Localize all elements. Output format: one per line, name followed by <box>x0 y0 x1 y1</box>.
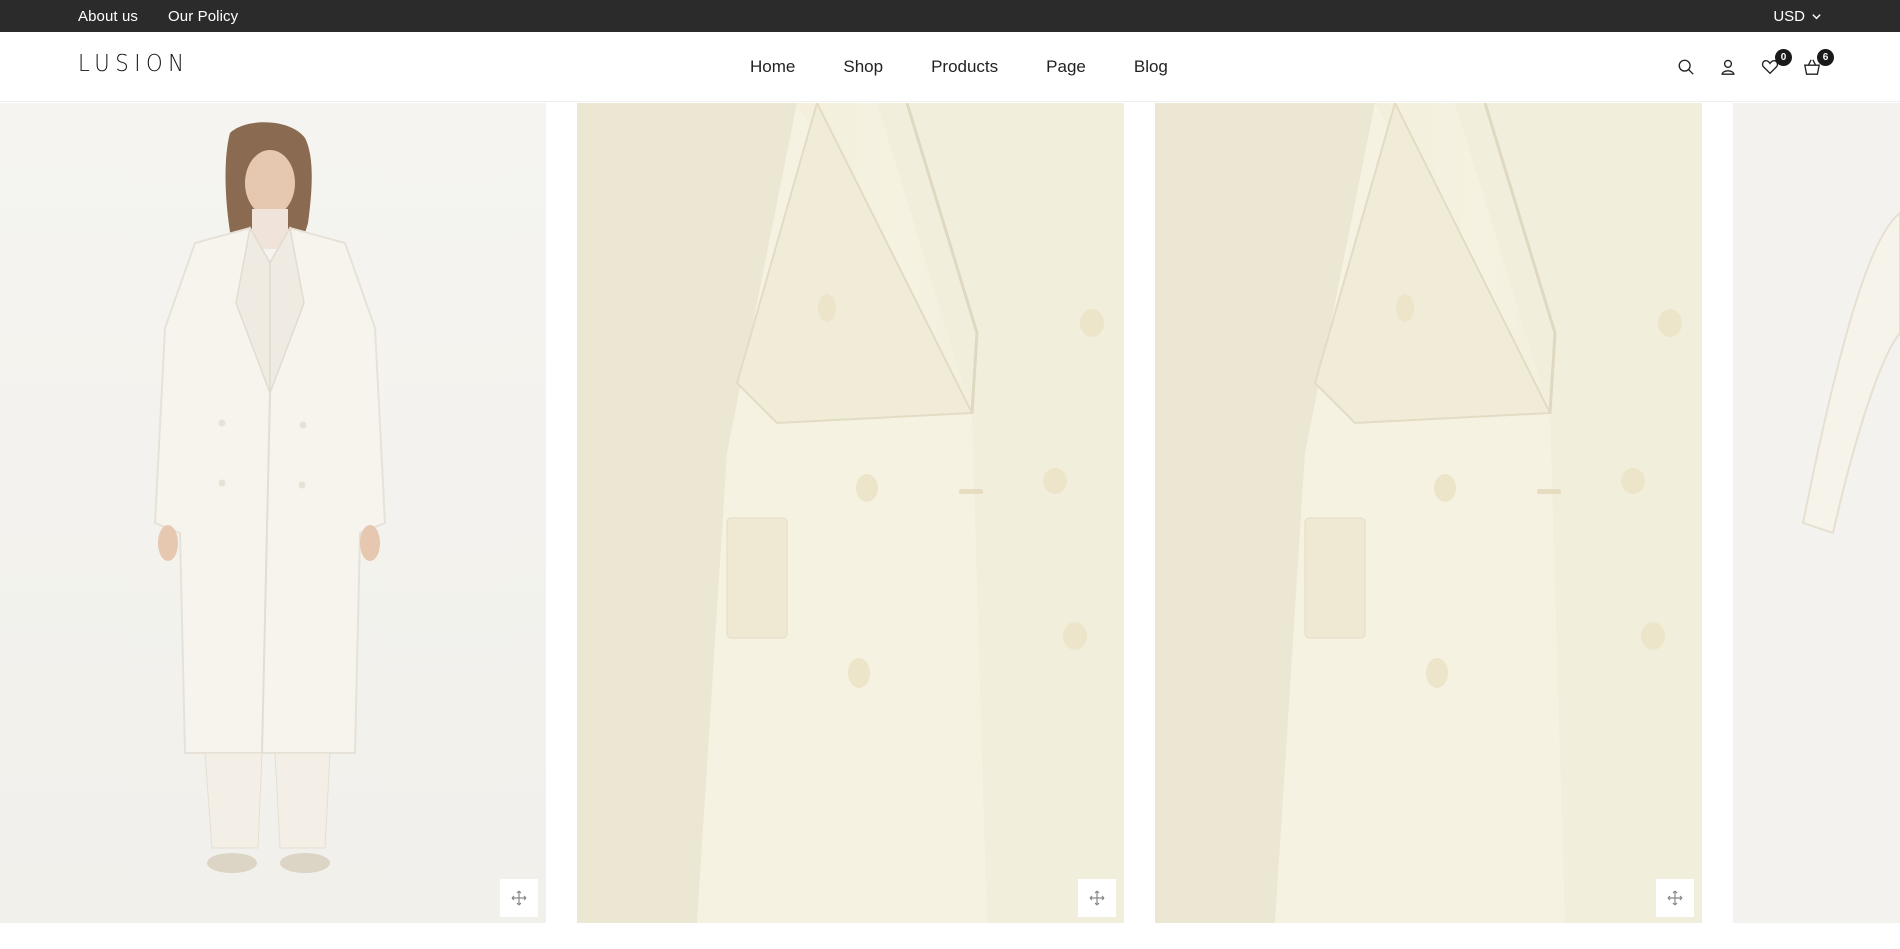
nav-blog[interactable]: Blog <box>1134 57 1168 77</box>
gallery-slide-1[interactable] <box>0 103 546 923</box>
move-arrows-icon <box>1667 890 1683 906</box>
search-button[interactable] <box>1676 57 1696 77</box>
about-us-link[interactable]: About us <box>78 8 138 25</box>
header-icons: 0 6 <box>1676 32 1834 102</box>
currency-selector[interactable]: USD <box>1773 0 1822 32</box>
top-links: About us Our Policy <box>78 0 238 32</box>
expand-button-3[interactable] <box>1656 879 1694 917</box>
expand-button-1[interactable] <box>500 879 538 917</box>
search-icon <box>1678 59 1694 75</box>
coat-closeup-image <box>577 103 1124 923</box>
nav-page[interactable]: Page <box>1046 57 1086 77</box>
wishlist-button[interactable]: 0 <box>1760 49 1792 77</box>
nav-shop[interactable]: Shop <box>843 57 883 77</box>
gallery-slide-4[interactable] <box>1733 103 1900 923</box>
model-coat-image <box>153 122 387 873</box>
user-icon <box>1721 59 1735 75</box>
coat-sleeve-image <box>1801 211 1900 535</box>
our-policy-link[interactable]: Our Policy <box>168 8 238 25</box>
cart-count-badge: 6 <box>1817 49 1834 66</box>
coat-closeup-image <box>1155 103 1702 923</box>
product-gallery <box>0 103 1900 923</box>
move-arrows-icon <box>1089 890 1105 906</box>
account-button[interactable] <box>1718 57 1738 77</box>
main-header: LUSION Home Shop Products Page Blog 0 6 <box>0 32 1900 102</box>
expand-button-2[interactable] <box>1078 879 1116 917</box>
main-nav: Home Shop Products Page Blog <box>750 32 1168 102</box>
cart-button[interactable]: 6 <box>1802 49 1834 77</box>
gallery-slide-3[interactable] <box>1155 103 1702 923</box>
nav-home[interactable]: Home <box>750 57 795 77</box>
currency-label: USD <box>1773 7 1805 25</box>
site-logo[interactable]: LUSION <box>78 51 190 77</box>
nav-products[interactable]: Products <box>931 57 998 77</box>
chevron-down-icon <box>1812 13 1821 19</box>
top-bar: About us Our Policy USD <box>0 0 1900 32</box>
wishlist-count-badge: 0 <box>1775 49 1792 66</box>
gallery-slide-2[interactable] <box>577 103 1124 923</box>
move-arrows-icon <box>511 890 527 906</box>
